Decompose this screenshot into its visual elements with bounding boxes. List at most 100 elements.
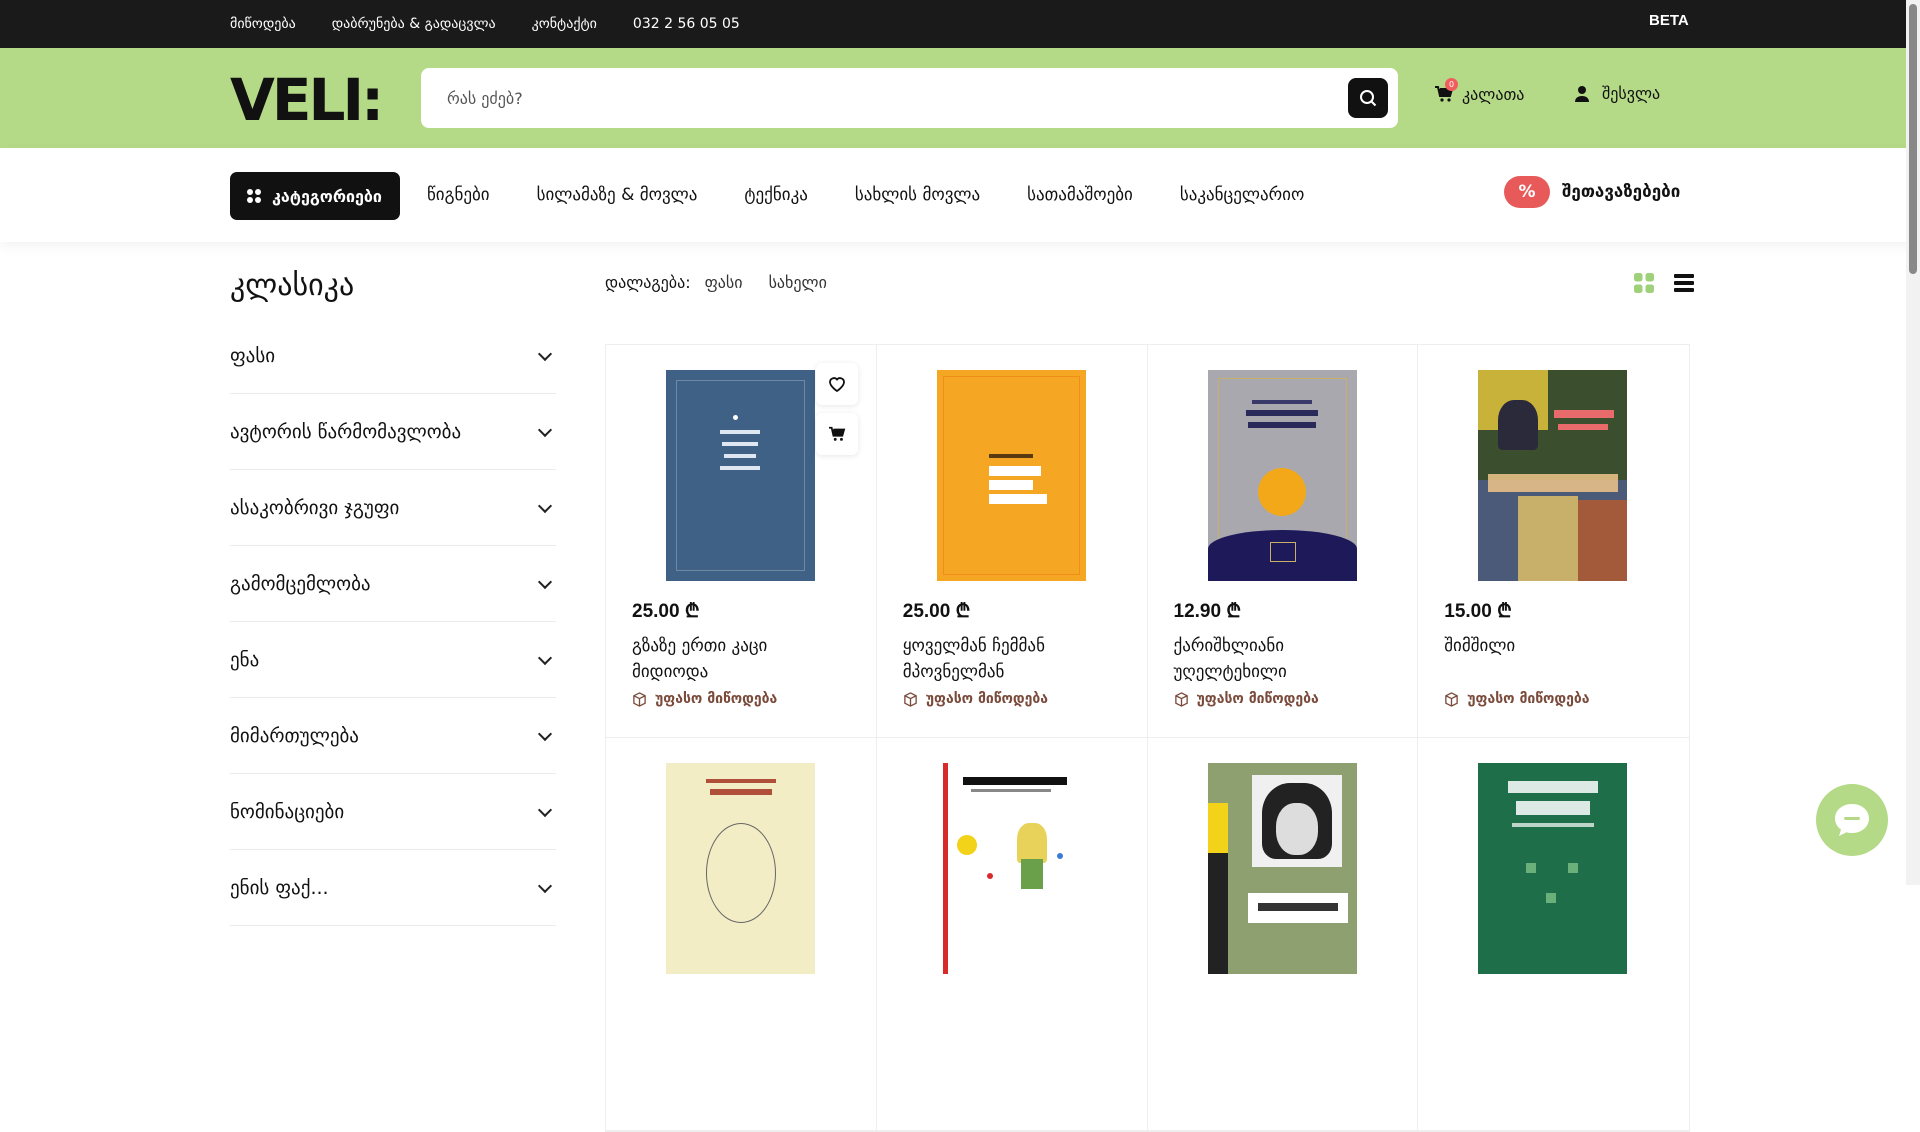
book-cover[interactable]	[666, 370, 815, 581]
nav-link-beauty[interactable]: სილამაზე & მოვლა	[537, 185, 698, 205]
search-bar	[421, 68, 1398, 128]
product-card[interactable]	[1147, 738, 1419, 1131]
percent-badge: %	[1504, 176, 1550, 208]
search-button[interactable]	[1348, 78, 1388, 118]
nav-link-toys[interactable]: სათამაშოები	[1027, 185, 1133, 205]
filter-label: ენის ფაქ...	[230, 876, 329, 899]
filter-price[interactable]: ფასი	[230, 318, 556, 394]
list-view-icon[interactable]	[1674, 273, 1694, 293]
free-shipping-badge: უფასო მიწოდება	[1174, 691, 1319, 707]
chevron-down-icon	[537, 574, 553, 589]
product-title[interactable]: გზაზე ერთი კაცი მიდიოდა	[632, 633, 822, 685]
product-price: 12.90 ₾	[1173, 601, 1241, 622]
book-cover[interactable]	[1478, 763, 1628, 974]
filter-label: გამომცემლობა	[230, 572, 371, 595]
filter-label: მიმართულება	[230, 724, 359, 747]
filter-label: ნომინაციები	[230, 800, 345, 823]
cart-count-badge: 0	[1445, 78, 1458, 91]
nav-link-stationery[interactable]: საკანცელარიო	[1180, 185, 1304, 205]
book-cover[interactable]	[1207, 763, 1357, 974]
nav-link-tech[interactable]: ტექნიკა	[744, 185, 807, 205]
filter-nominations[interactable]: ნომინაციები	[230, 774, 556, 850]
product-title[interactable]: ყოველმან ჩემმან მპოვნელმან	[903, 633, 1093, 685]
filter-direction[interactable]: მიმართულება	[230, 698, 556, 774]
beta-badge: BETA	[1649, 12, 1689, 29]
product-title[interactable]: ქარიშხლიანი უღელტეხილი	[1174, 633, 1364, 685]
sort-by-name[interactable]: სახელი	[769, 273, 827, 292]
chat-button[interactable]	[1816, 784, 1888, 856]
shipping-label: უფასო მიწოდება	[655, 691, 778, 707]
cart-button[interactable]: 0 კალათა	[1434, 78, 1524, 104]
sort-by-price[interactable]: ფასი	[705, 273, 743, 292]
login-label: შესვლა	[1602, 84, 1661, 103]
nav-link-books[interactable]: წიგნები	[427, 185, 490, 205]
search-input[interactable]	[447, 68, 1327, 128]
product-card[interactable]	[876, 738, 1148, 1131]
free-shipping-badge: უფასო მიწოდება	[632, 691, 777, 707]
book-cover[interactable]	[1207, 370, 1357, 581]
filter-author-origin[interactable]: ავტორის წარმომავლობა	[230, 394, 556, 470]
nav-link-home-care[interactable]: სახლის მოვლა	[855, 185, 980, 205]
categories-label: კატეგორიები	[272, 186, 382, 206]
cart-icon: 0	[1434, 78, 1458, 104]
chevron-down-icon	[537, 650, 553, 665]
filter-language[interactable]: ენა	[230, 622, 556, 698]
login-button[interactable]: შესვლა	[1574, 84, 1660, 103]
filter-publisher[interactable]: გამომცემლობა	[230, 546, 556, 622]
sort-label: დალაგება:	[605, 273, 691, 292]
book-cover[interactable]	[666, 763, 815, 974]
chevron-down-icon	[537, 422, 553, 437]
sort-bar: დალაგება: ფასი სახელი	[605, 273, 827, 292]
book-cover[interactable]	[1478, 370, 1628, 581]
top-link-returns[interactable]: დაბრუნება & გადაცვლა	[332, 16, 496, 32]
top-link-delivery[interactable]: მიწოდება	[230, 16, 296, 32]
product-price: 25.00 ₾	[902, 601, 971, 622]
top-link-contact[interactable]: კონტაქტი	[532, 16, 597, 32]
search-icon	[1360, 90, 1377, 107]
top-link-phone[interactable]: 032 2 56 05 05	[633, 16, 740, 32]
chat-bubble-icon	[1835, 804, 1869, 836]
cart-icon	[829, 426, 846, 441]
chevron-down-icon	[537, 498, 553, 513]
filter-age-group[interactable]: ასაკობრივი ჯგუფი	[230, 470, 556, 546]
product-card[interactable]: 15.00 ₾ შიმშილი უფასო მიწოდება	[1418, 345, 1689, 738]
grid-view-icon[interactable]	[1634, 273, 1654, 293]
category-nav: კატეგორიები წიგნები სილამაზე & მოვლა ტექ…	[0, 148, 1920, 242]
chevron-down-icon	[537, 726, 553, 741]
filter-sidebar: ფასი ავტორის წარმომავლობა ასაკობრივი ჯგუ…	[230, 318, 556, 926]
box-icon	[1174, 691, 1188, 707]
product-title[interactable]: შიმშილი	[1444, 633, 1634, 659]
product-grid: 25.00 ₾ გზაზე ერთი კაცი მიდიოდა უფასო მი…	[605, 344, 1690, 1132]
grid-dots-icon	[247, 189, 261, 203]
nav-links: წიგნები სილამაზე & მოვლა ტექნიკა სახლის …	[427, 148, 1304, 242]
book-cover[interactable]	[936, 370, 1086, 581]
product-card[interactable]	[1418, 738, 1689, 1131]
view-toggle	[1634, 273, 1694, 293]
svg-text:VELI:: VELI:	[230, 70, 381, 126]
top-bar: მიწოდება დაბრუნება & გადაცვლა კონტაქტი 0…	[0, 0, 1920, 48]
book-cover[interactable]	[936, 763, 1086, 974]
wishlist-button[interactable]	[816, 363, 858, 405]
shipping-label: უფასო მიწოდება	[1196, 691, 1319, 707]
filter-more[interactable]: ენის ფაქ...	[230, 850, 556, 926]
offers-link[interactable]: % შეთავაზებები	[1504, 176, 1680, 208]
veli-logo[interactable]: VELI:	[230, 70, 406, 126]
chevron-down-icon	[537, 802, 553, 817]
free-shipping-badge: უფასო მიწოდება	[903, 691, 1048, 707]
product-card[interactable]	[606, 738, 877, 1131]
shipping-label: უფასო მიწოდება	[925, 691, 1049, 707]
chevron-down-icon	[537, 878, 553, 893]
filter-label: ენა	[230, 648, 260, 671]
box-icon	[903, 691, 917, 707]
page-scrollbar[interactable]	[1906, 0, 1920, 885]
user-icon	[1575, 85, 1589, 102]
product-card[interactable]: 25.00 ₾ ყოველმან ჩემმან მპოვნელმან უფასო…	[876, 345, 1148, 738]
offers-label: შეთავაზებები	[1562, 182, 1681, 202]
add-to-cart-button[interactable]	[816, 413, 858, 455]
top-links: მიწოდება დაბრუნება & გადაცვლა კონტაქტი 0…	[230, 0, 740, 48]
product-price: 25.00 ₾	[632, 601, 700, 622]
categories-button[interactable]: კატეგორიები	[230, 172, 400, 220]
scrollbar-thumb[interactable]	[1909, 4, 1917, 274]
product-card[interactable]: 12.90 ₾ ქარიშხლიანი უღელტეხილი უფასო მიწ…	[1147, 345, 1419, 738]
product-card[interactable]: 25.00 ₾ გზაზე ერთი კაცი მიდიოდა უფასო მი…	[606, 345, 877, 738]
